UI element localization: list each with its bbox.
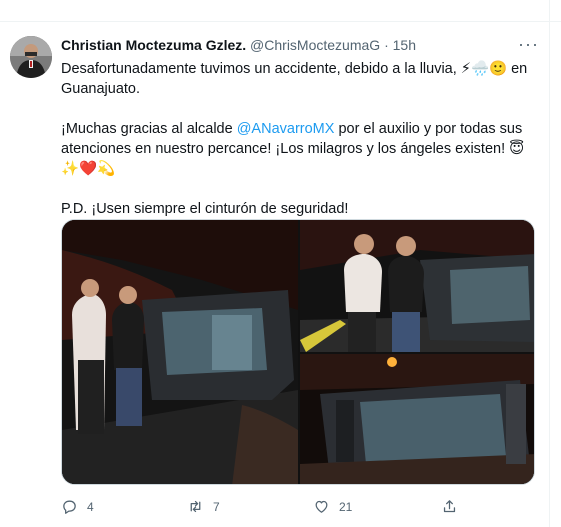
share-button[interactable] <box>441 498 458 515</box>
like-count: 21 <box>339 499 353 514</box>
photo-1[interactable] <box>62 220 298 484</box>
tweet-line-2: ¡Muchas gracias al alcalde @ANavarroMX p… <box>61 119 536 179</box>
reply-icon <box>63 500 76 514</box>
like-icon <box>315 500 328 513</box>
timeline-divider <box>549 0 550 527</box>
tweet-line-1: Desafortunadamente tuvimos un accidente,… <box>61 61 528 97</box>
media-grid <box>61 219 535 485</box>
retweet-count: 7 <box>213 499 220 514</box>
author-name[interactable]: Christian Moctezuma Gzlez. <box>61 37 246 53</box>
previous-tweet-edge <box>0 0 561 22</box>
reply-button[interactable]: 4 <box>61 498 94 515</box>
tweet-actions: 4 7 21 <box>61 498 501 518</box>
more-icon[interactable]: ··· <box>518 34 539 55</box>
tweet-line-3: P.D. ¡Usen siempre el cinturón de seguri… <box>61 201 349 217</box>
reply-count: 4 <box>87 499 94 514</box>
retweet-icon <box>190 500 201 513</box>
tweet-header: Christian Moctezuma Gzlez. @ChrisMoctezu… <box>61 34 541 57</box>
tweet-line-2-start: ¡Muchas gracias al alcalde <box>61 121 237 137</box>
tweet-timestamp[interactable]: 15h <box>393 37 416 53</box>
separator-dot: · <box>384 37 389 53</box>
share-icon <box>443 500 456 513</box>
photo-3[interactable] <box>300 354 534 484</box>
tweet-card[interactable]: Christian Moctezuma Gzlez. @ChrisMoctezu… <box>0 22 549 527</box>
author-handle[interactable]: @ChrisMoctezumaG <box>250 37 380 53</box>
mention-link[interactable]: @ANavarroMX <box>237 121 335 137</box>
retweet-button[interactable]: 7 <box>187 498 220 515</box>
tweet-text: Desafortunadamente tuvimos un accidente,… <box>61 59 536 219</box>
photo-2[interactable] <box>300 220 534 352</box>
avatar[interactable] <box>10 36 52 78</box>
like-button[interactable]: 21 <box>313 498 352 515</box>
